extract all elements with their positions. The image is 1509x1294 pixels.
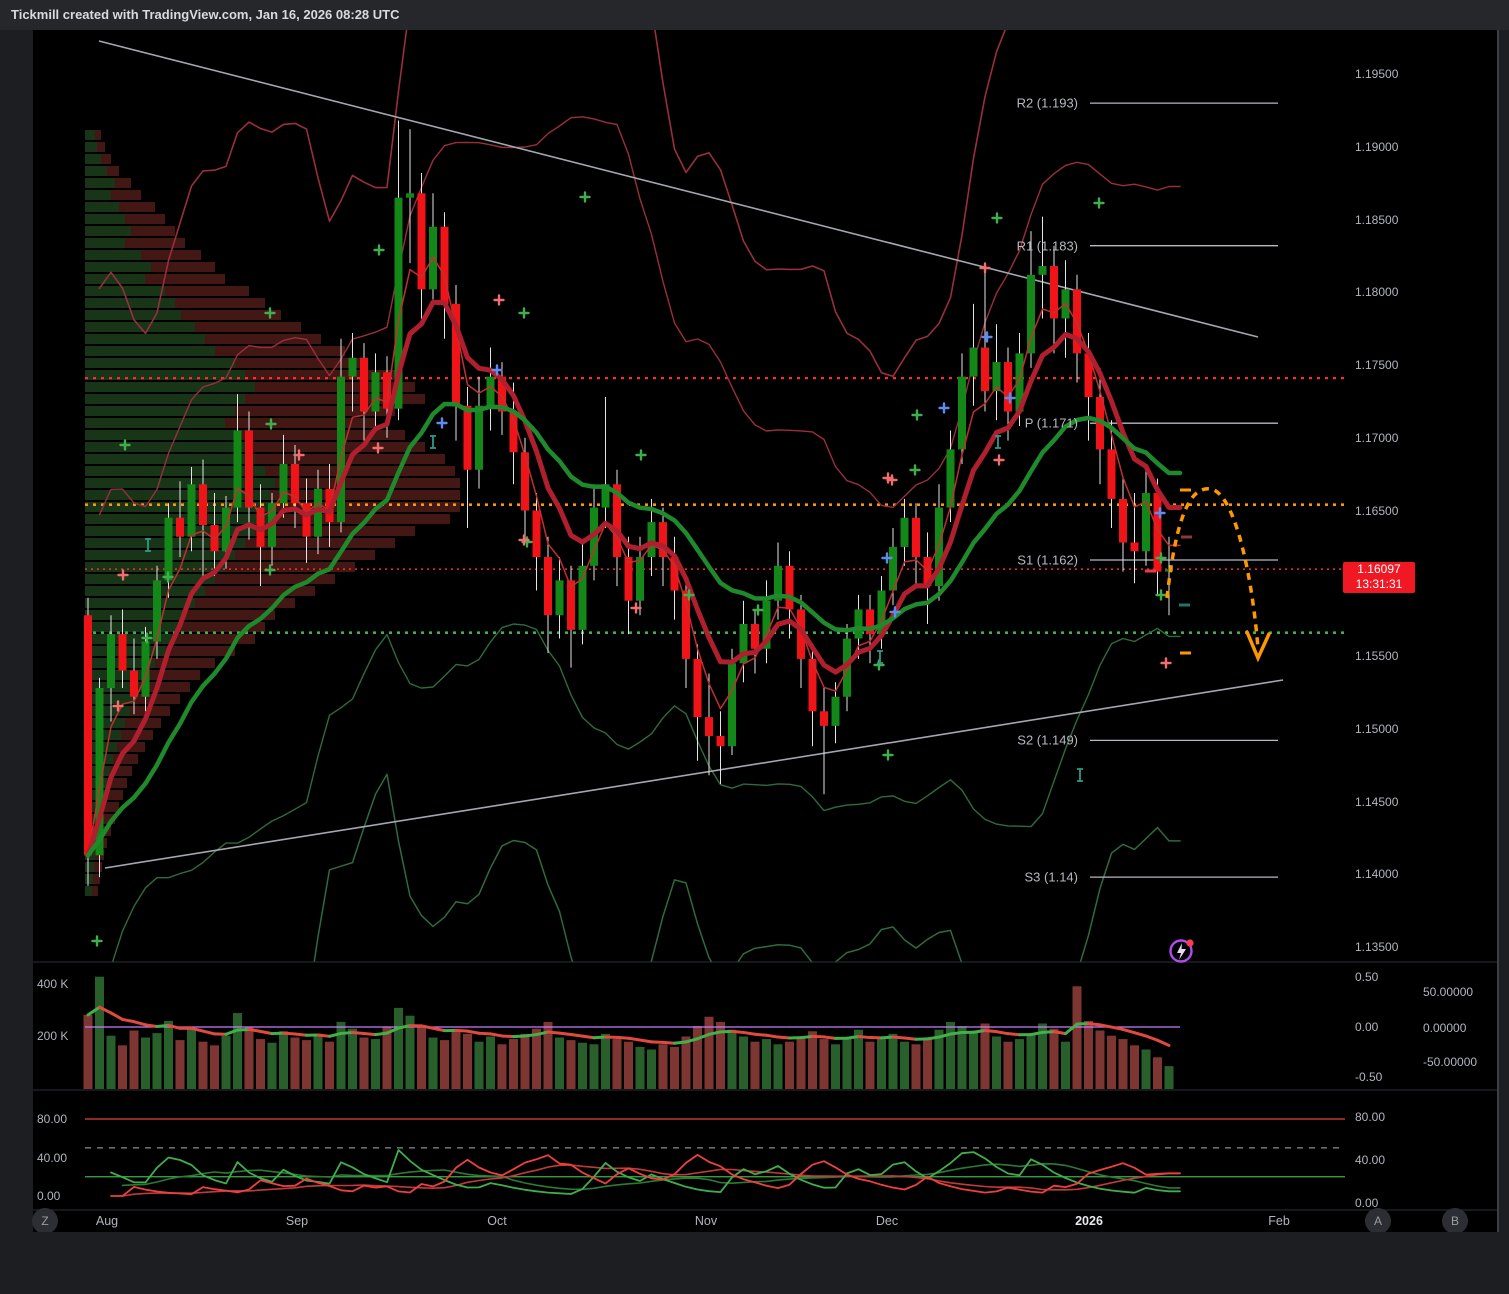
trading-chart-window: Tickmill created with TradingView.com, J…	[0, 0, 1509, 1294]
chart-canvas[interactable]	[0, 0, 1509, 1294]
last-price-badge: 1.16097 13:31:31	[1343, 562, 1415, 593]
last-price-value: 1.16097	[1343, 562, 1415, 577]
b-scale-button[interactable]: B	[1442, 1208, 1468, 1234]
footer-bar: TradingView	[0, 1232, 1509, 1294]
auto-scale-button[interactable]: A	[1365, 1208, 1391, 1234]
bar-countdown: 13:31:31	[1343, 577, 1415, 592]
timezone-button[interactable]: Z	[32, 1208, 58, 1234]
flash-indicator-icon[interactable]	[1168, 937, 1195, 964]
